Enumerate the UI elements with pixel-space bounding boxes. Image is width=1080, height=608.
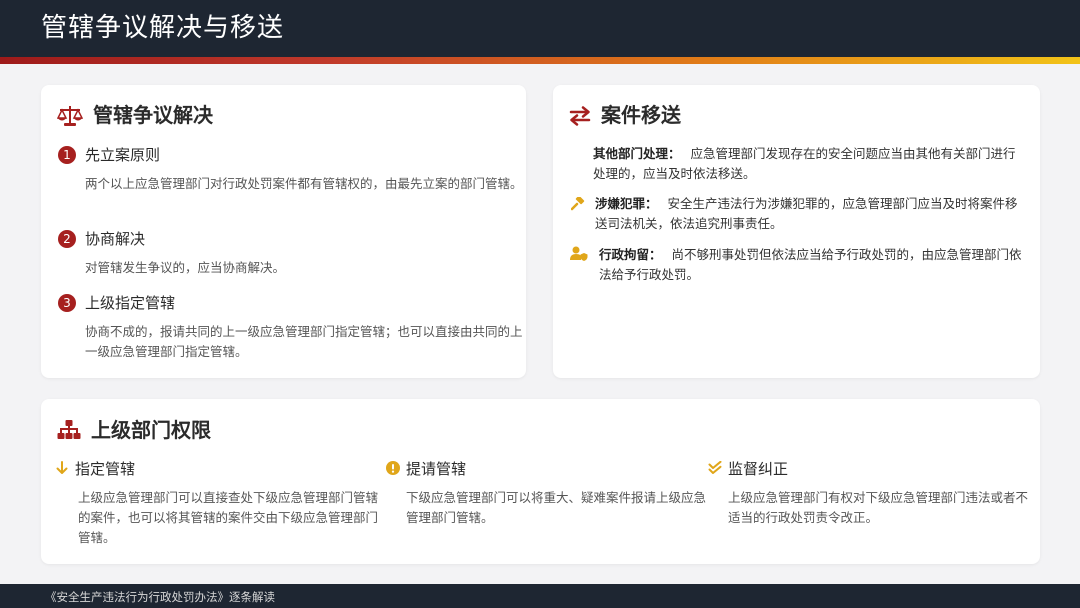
- transfer-item-text: 安全生产违法行为涉嫌犯罪的，应急管理部门应当及时将案件移送司法机关，依法追究刑事…: [595, 196, 1018, 231]
- dispute-item-title: 协商解决: [85, 230, 146, 248]
- user-shield-icon: [570, 246, 588, 261]
- scale-icon: [57, 106, 83, 126]
- dispute-item-desc: 两个以上应急管理部门对行政处罚案件都有管辖权的，由最先立案的部门管辖。: [85, 176, 523, 191]
- transfer-card-title: 案件移送: [601, 103, 681, 127]
- transfer-item-text: 尚不够刑事处罚但依法应当给予行政处罚的，由应急管理部门依法给予行政处罚。: [599, 247, 1022, 282]
- transfer-item: 行政拘留： 尚不够刑事处罚但依法应当给予行政处罚的，由应急管理部门依法给予行政处罚…: [599, 245, 1027, 285]
- exclamation-circle-icon: [386, 461, 400, 475]
- org-chart-icon: [57, 420, 81, 439]
- gavel-icon: [571, 197, 585, 211]
- superior-item-desc: 下级应急管理部门可以将重大、疑难案件报请上级应急管理部门管辖。: [406, 490, 707, 525]
- page-title: 管辖争议解决与移送: [41, 13, 285, 43]
- transfer-item: 涉嫌犯罪： 安全生产违法行为涉嫌犯罪的，应急管理部门应当及时将案件移送司法机关，依…: [595, 194, 1023, 234]
- superior-item-title: 指定管辖: [75, 460, 136, 478]
- dispute-card-title: 管辖争议解决: [93, 103, 213, 127]
- accent-stripe: [0, 57, 1080, 64]
- superior-card-title: 上级部门权限: [91, 418, 211, 442]
- superior-item-desc: 上级应急管理部门可以直接查处下级应急管理部门管辖的案件，也可以将其管辖的案件交由…: [78, 490, 379, 545]
- swap-arrows-icon: [569, 106, 591, 126]
- superior-card: 上级部门权限 指定管辖 上级应急管理部门可以直接查处下级应急管理部门管辖的案件，…: [41, 399, 1040, 564]
- superior-item-desc: 上级应急管理部门有权对下级应急管理部门违法或者不适当的行政处罚责令改正。: [728, 490, 1029, 525]
- step-number-1: 1: [58, 146, 76, 164]
- superior-item-title: 监督纠正: [728, 460, 789, 478]
- dispute-item-desc: 协商不成的，报请共同的上一级应急管理部门指定管辖；也可以直接由共同的上一级应急管…: [85, 324, 523, 359]
- step-number-2: 2: [58, 230, 76, 248]
- step-number-3: 3: [58, 294, 76, 312]
- transfer-card: 案件移送 其他部门处理： 应急管理部门发现存在的安全问题应当由其他有关部门进行处理…: [553, 85, 1040, 378]
- double-check-icon: [708, 461, 722, 474]
- header-bar: 管辖争议解决与移送: [0, 0, 1080, 57]
- footer-bar: 《安全生产违法行为行政处罚办法》逐条解读: [0, 584, 1080, 608]
- transfer-item: 其他部门处理： 应急管理部门发现存在的安全问题应当由其他有关部门进行处理的，应当及…: [593, 144, 1021, 184]
- dispute-item-title: 上级指定管辖: [85, 294, 176, 312]
- transfer-item-label: 行政拘留：: [599, 247, 662, 262]
- transfer-item-label: 涉嫌犯罪：: [595, 196, 658, 211]
- dispute-card: 管辖争议解决 1 先立案原则 两个以上应急管理部门对行政处罚案件都有管辖权的，由…: [41, 85, 526, 378]
- dispute-item-title: 先立案原则: [85, 146, 161, 164]
- footer-text: 《安全生产违法行为行政处罚办法》逐条解读: [45, 590, 275, 604]
- superior-item-title: 提请管辖: [406, 460, 467, 478]
- arrow-down-icon: [56, 461, 68, 474]
- transfer-item-label: 其他部门处理：: [593, 146, 681, 161]
- dispute-item-desc: 对管辖发生争议的，应当协商解决。: [85, 260, 286, 275]
